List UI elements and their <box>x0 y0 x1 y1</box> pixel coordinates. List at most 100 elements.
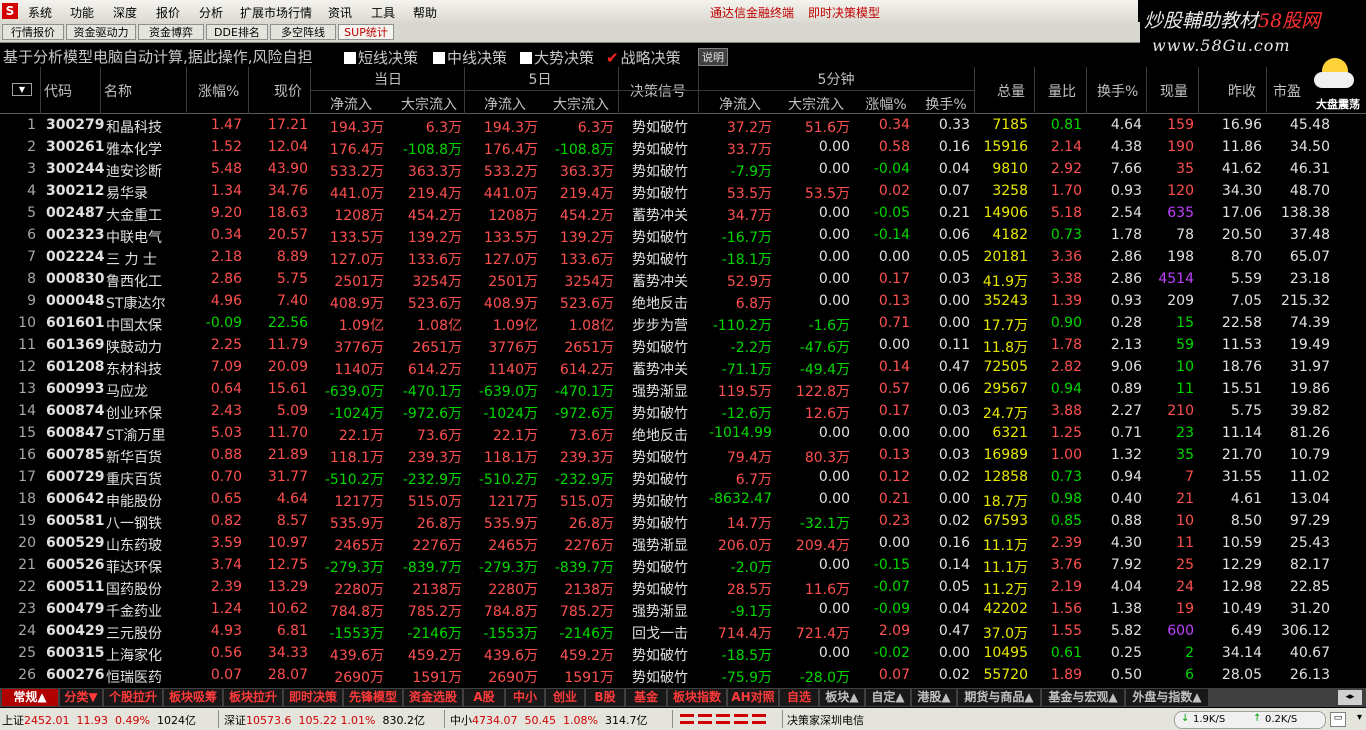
table-row[interactable]: 8 000830 鲁西化工 2.86 5.75 2501万 3254万 2501万 3254万 蓄… <box>0 269 1340 291</box>
col-5min-big[interactable]: 大宗流入 <box>780 94 852 114</box>
menu-depth[interactable]: 深度 <box>113 4 137 21</box>
short-decision-checkbox[interactable]: 短线决策 <box>344 47 418 68</box>
tab-sup-stats[interactable]: SUP统计 <box>338 24 394 40</box>
tab-fund-drive[interactable]: 资金驱动力 <box>66 24 136 40</box>
strategy-decision-checkbox[interactable]: ✔ 战略决策 <box>606 47 681 68</box>
tab-hk[interactable]: 港股▲ <box>912 689 956 706</box>
col-change[interactable]: 涨幅% <box>198 81 239 101</box>
table-row[interactable]: 4 300212 易华录 1.34 34.76 441.0万 219.4万 441.0万 219… <box>0 181 1340 203</box>
monitor-icon[interactable]: ▭ <box>1330 712 1346 727</box>
5min-net-inflow: 52.9万 <box>726 274 772 290</box>
tab-a-shares[interactable]: A股 <box>464 689 504 706</box>
table-row[interactable]: 19 600581 八一钢铁 0.82 8.57 535.9万 26.8万 535.9万 26.… <box>0 511 1340 533</box>
tab-funds[interactable]: 基金 <box>626 689 666 706</box>
table-row[interactable]: 17 600729 重庆百货 0.70 31.77 -510.2万 -232.9万 -510.… <box>0 467 1340 489</box>
table-row[interactable]: 2 300261 雅本化学 1.52 12.04 176.4万 -108.8万 176.4万 -… <box>0 137 1340 159</box>
tab-futures[interactable]: 期货与商品▲ <box>958 689 1040 706</box>
menu-help[interactable]: 帮助 <box>413 4 437 21</box>
tab-quote[interactable]: 行情报价 <box>2 24 64 40</box>
tab-sector-accumulate[interactable]: 板块吸筹 <box>164 689 222 706</box>
menu-ext-market[interactable]: 扩展市场行情 <box>240 4 312 21</box>
menu-system[interactable]: 系统 <box>28 4 52 21</box>
table-row[interactable]: 12 601208 东材科技 7.09 20.09 1140万 614.2万 1140万 614… <box>0 357 1340 379</box>
tab-foreign[interactable]: 外盘与指数▲ <box>1126 689 1208 706</box>
table-row[interactable]: 18 600642 申能股份 0.65 4.64 1217万 515.0万 1217万 515.… <box>0 489 1340 511</box>
5day-block-inflow: 2651万 <box>564 340 614 356</box>
tab-b-shares[interactable]: B股 <box>586 689 624 706</box>
tab-gem[interactable]: 创业 <box>546 689 584 706</box>
table-row[interactable]: 9 000048 ST康达尔 4.96 7.40 408.9万 523.6万 408.9万 52… <box>0 291 1340 313</box>
table-row[interactable]: 13 600993 马应龙 0.64 15.61 -639.0万 -470.1万 -639.0… <box>0 379 1340 401</box>
col-5min-change[interactable]: 涨幅% <box>858 94 914 114</box>
help-button[interactable]: 说明 <box>698 48 728 66</box>
table-row[interactable]: 26 600276 恒瑞医药 0.07 28.07 2690万 1591万 2690万 1591… <box>0 665 1340 687</box>
table-row[interactable]: 23 600479 千金药业 1.24 10.62 784.8万 785.2万 784.8万 7… <box>0 599 1340 621</box>
table-row[interactable]: 16 600785 新华百货 0.88 21.89 118.1万 239.3万 118.1万 2… <box>0 445 1340 467</box>
menu-analysis[interactable]: 分析 <box>199 4 223 21</box>
tab-fund-pick[interactable]: 资金选股 <box>404 689 462 706</box>
table-row[interactable]: 21 600526 菲达环保 3.74 12.75 -279.3万 -839.7万 -279.… <box>0 555 1340 577</box>
sme-index[interactable]: 中小4734.07 50.45 1.08% 314.7亿 <box>450 712 647 728</box>
tab-custom[interactable]: 自定▲ <box>866 689 910 706</box>
col-vol-ratio[interactable]: 量比 <box>1048 81 1076 101</box>
price: 11.70 <box>267 425 308 441</box>
col-code[interactable]: 代码 <box>44 81 72 101</box>
tab-instant-decision[interactable]: 即时决策 <box>284 689 342 706</box>
col-today-big[interactable]: 大宗流入 <box>392 94 466 114</box>
tab-long-short[interactable]: 多空阵线 <box>270 24 336 40</box>
table-row[interactable]: 11 601369 陕鼓动力 2.25 11.79 3776万 2651万 3776万 2651… <box>0 335 1340 357</box>
table-row[interactable]: 24 600429 三元股份 4.93 6.81 -1553万 -2146万 -1553万 -2… <box>0 621 1340 643</box>
menu-function[interactable]: 功能 <box>70 4 94 21</box>
tab-pioneer-model[interactable]: 先锋模型 <box>344 689 402 706</box>
table-row[interactable]: 14 600874 创业环保 2.43 5.09 -1024万 -972.6万 -1024万 -… <box>0 401 1340 423</box>
table-row[interactable]: 22 600511 国药股份 2.39 13.29 2280万 2138万 2280万 2138… <box>0 577 1340 599</box>
col-today-net[interactable]: 净流入 <box>314 94 388 114</box>
table-row[interactable]: 10 601601 中国太保 -0.09 22.56 1.09亿 1.08亿 1.09亿 1.0… <box>0 313 1340 335</box>
table-row[interactable]: 25 600315 上海家化 0.56 34.33 439.6万 459.2万 439.6万 4… <box>0 643 1340 665</box>
tab-sector-rise[interactable]: 板块拉升 <box>224 689 282 706</box>
col-prev-close[interactable]: 昨收 <box>1228 81 1256 101</box>
dropdown-arrow-icon[interactable]: ▾ <box>1357 712 1362 723</box>
total-volume: 18.7万 <box>982 494 1028 510</box>
tab-sectors[interactable]: 板块▲ <box>820 689 864 706</box>
tab-scroll-arrows-icon[interactable]: ◂▸ <box>1338 690 1362 705</box>
tab-normal[interactable]: 常规▲ <box>2 689 58 706</box>
tab-sme[interactable]: 中小 <box>506 689 544 706</box>
table-row[interactable]: 7 002224 三 力 士 2.18 8.89 127.0万 133.6万 127.0万 13… <box>0 247 1340 269</box>
table-row[interactable]: 20 600529 山东药玻 3.59 10.97 2465万 2276万 2465万 2276… <box>0 533 1340 555</box>
col-current-vol[interactable]: 现量 <box>1160 81 1188 101</box>
table-row[interactable]: 5 002487 大金重工 9.20 18.63 1208万 454.2万 1208万 454.… <box>0 203 1340 225</box>
tab-fund-game[interactable]: 资金博弈 <box>138 24 204 40</box>
tab-dde-rank[interactable]: DDE排名 <box>206 24 268 40</box>
col-volume[interactable]: 总量 <box>997 81 1025 101</box>
menu-quote[interactable]: 报价 <box>156 4 180 21</box>
tab-ah-compare[interactable]: AH对照 <box>728 689 778 706</box>
table-row[interactable]: 3 300244 迪安诊断 5.48 43.90 533.2万 363.3万 533.2万 36… <box>0 159 1340 181</box>
col-pe[interactable]: 市盈 <box>1273 81 1301 101</box>
col-price[interactable]: 现价 <box>274 81 302 101</box>
table-row[interactable]: 1 300279 和晶科技 1.47 17.21 194.3万 6.3万 194.3万 6.3万… <box>0 115 1340 137</box>
menu-tools[interactable]: 工具 <box>371 4 395 21</box>
sort-arrow-icon[interactable]: ▼ <box>12 83 32 96</box>
col-5min-net[interactable]: 净流入 <box>702 94 778 114</box>
mid-decision-checkbox[interactable]: 中线决策 <box>433 47 507 68</box>
tab-category[interactable]: 分类▼ <box>60 689 102 706</box>
market-decision-checkbox[interactable]: 大势决策 <box>520 47 594 68</box>
tab-sector-index[interactable]: 板块指数 <box>668 689 726 706</box>
col-5min-turnover[interactable]: 换手% <box>918 94 974 114</box>
data-source[interactable]: 决策家深圳电信 <box>787 712 864 728</box>
price: 10.62 <box>267 601 308 617</box>
col-5day-net[interactable]: 净流入 <box>468 94 542 114</box>
sz-index[interactable]: 深证10573.6 105.22 1.01% 830.2亿 <box>224 712 425 728</box>
tab-watchlist[interactable]: 自选 <box>780 689 818 706</box>
table-row[interactable]: 15 600847 ST渝万里 5.03 11.70 22.1万 73.6万 22.1万 73.… <box>0 423 1340 445</box>
col-name[interactable]: 名称 <box>104 81 132 101</box>
tab-stock-rise[interactable]: 个股拉升 <box>104 689 162 706</box>
col-turnover[interactable]: 换手% <box>1097 81 1138 101</box>
menu-news[interactable]: 资讯 <box>328 4 352 21</box>
tab-fund-macro[interactable]: 基金与宏观▲ <box>1042 689 1124 706</box>
col-5day-big[interactable]: 大宗流入 <box>544 94 618 114</box>
col-signal[interactable]: 决策信号 <box>630 81 686 101</box>
sh-index[interactable]: 上证2452.01 11.93 0.49% 1024亿 <box>2 712 196 728</box>
table-row[interactable]: 6 002323 中联电气 0.34 20.57 133.5万 139.2万 133.5万 13… <box>0 225 1340 247</box>
